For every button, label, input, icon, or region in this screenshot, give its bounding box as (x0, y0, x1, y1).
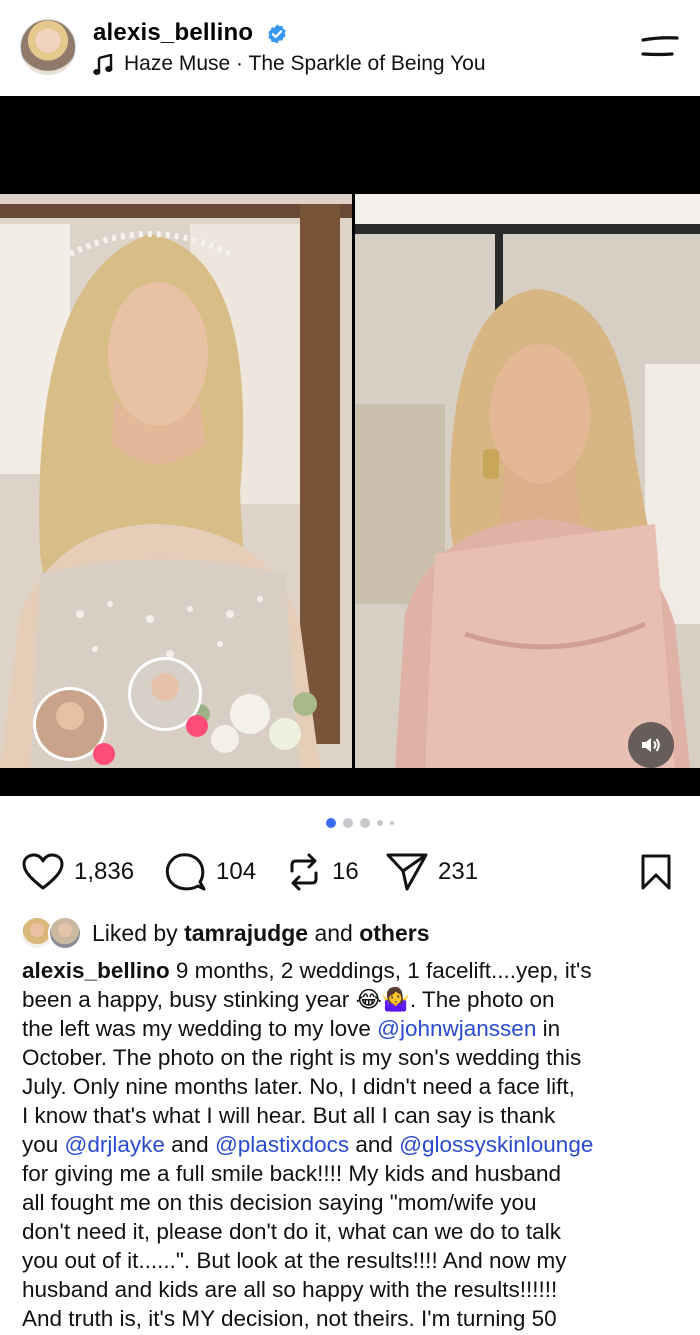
caption-line: you @drjlayke and @plastixdocs and @glos… (22, 1130, 687, 1159)
caption-line: you out of it......". But look at the re… (22, 1246, 687, 1275)
like-button[interactable]: 1,836 (22, 848, 134, 896)
caption-line: July. Only nine months later. No, I didn… (22, 1072, 687, 1101)
caption-text: husband and kids are all so happy with t… (22, 1277, 558, 1302)
wedding-photo-right (355, 194, 700, 768)
caption-line: alexis_bellino 9 months, 2 weddings, 1 f… (22, 956, 687, 985)
repost-icon (290, 853, 318, 891)
post-media-carousel[interactable] (0, 96, 700, 796)
repost-count: 16 (332, 858, 359, 885)
menu-icon[interactable] (640, 34, 680, 60)
repost-button[interactable]: 16 (286, 848, 359, 896)
bookmark-icon (641, 854, 671, 890)
carousel-dot-active (326, 818, 336, 828)
caption-text: don't need it, please don't do it, what … (22, 1219, 561, 1244)
volume-icon (642, 738, 660, 752)
audio-track-label[interactable]: Haze Muse · The Sparkle of Being You (124, 52, 486, 76)
caption-text: you (22, 1132, 65, 1157)
comment-button[interactable]: 104 (164, 848, 256, 896)
caption-line: don't need it, please don't do it, what … (22, 1217, 687, 1246)
mention-link[interactable]: @glossyskinlounge (399, 1132, 593, 1157)
share-count: 231 (438, 858, 479, 885)
like-count: 1,836 (74, 858, 135, 885)
liked-by-row[interactable]: Liked by tamrajudge and others (20, 914, 430, 952)
liked-by-text: Liked by tamrajudge and others (92, 919, 430, 946)
caption-line: the left was my wedding to my love @john… (22, 1014, 687, 1043)
liked-by-avatars (20, 914, 86, 952)
music-note-icon (93, 54, 113, 75)
caption-text: and (164, 1132, 215, 1157)
profile-avatar[interactable] (20, 19, 76, 75)
liked-by-user-link[interactable]: tamrajudge (184, 920, 308, 946)
volume-toggle-button[interactable] (628, 722, 674, 768)
share-button[interactable]: 231 (386, 848, 478, 896)
caption-text: been a happy, busy stinking year 😂🤷‍♀️. … (22, 987, 555, 1012)
caption-line: October. The photo on the right is my so… (22, 1043, 687, 1072)
mention-link[interactable]: @drjlayke (65, 1132, 165, 1157)
heart-icon (22, 853, 64, 890)
save-button[interactable] (640, 848, 672, 896)
caption-text: all fought me on this decision saying "m… (22, 1190, 537, 1215)
caption-text: in (536, 1016, 561, 1041)
caption-text: for giving me a full smile back!!!! My k… (22, 1161, 562, 1186)
share-icon (386, 853, 428, 891)
caption-line: husband and kids are all so happy with t… (22, 1275, 687, 1304)
avatar (48, 916, 82, 950)
liked-by-others-link[interactable]: others (359, 920, 429, 946)
comment-count: 104 (216, 858, 257, 885)
caption-line: all fought me on this decision saying "m… (22, 1188, 687, 1217)
caption-text: July. Only nine months later. No, I didn… (22, 1074, 575, 1099)
post-caption: alexis_bellino 9 months, 2 weddings, 1 f… (22, 956, 687, 1333)
caption-line: I know that's what I will hear. But all … (22, 1101, 687, 1130)
caption-text: And truth is, it's MY decision, not thei… (22, 1306, 557, 1331)
caption-text: and (349, 1132, 400, 1157)
carousel-dot (360, 818, 370, 828)
caption-text: October. The photo on the right is my so… (22, 1045, 582, 1070)
caption-text: you out of it......". But look at the re… (22, 1248, 567, 1273)
caption-line: for giving me a full smile back!!!! My k… (22, 1159, 687, 1188)
caption-line: been a happy, busy stinking year 😂🤷‍♀️. … (22, 985, 687, 1014)
wedding-photo-left (0, 194, 352, 768)
carousel-dot (377, 820, 383, 826)
mention-link[interactable]: @plastixdocs (215, 1132, 349, 1157)
mention-link[interactable]: @johnwjanssen (377, 1016, 536, 1041)
caption-text: I know that's what I will hear. But all … (22, 1103, 556, 1128)
caption-text: 9 months, 2 weddings, 1 facelift....yep,… (169, 958, 592, 983)
caption-username[interactable]: alexis_bellino (22, 958, 170, 983)
carousel-dot (343, 818, 353, 828)
caption-line: And truth is, it's MY decision, not thei… (22, 1304, 687, 1333)
carousel-indicator (326, 817, 394, 829)
carousel-dot (390, 821, 394, 825)
post-header: alexis_bellino Haze Muse · The Sparkle o… (0, 0, 700, 96)
verified-badge-icon (268, 24, 286, 44)
post-username[interactable]: alexis_bellino (93, 19, 253, 47)
post-action-bar: 1,836 104 16 231 (0, 848, 700, 896)
comment-icon (165, 853, 206, 891)
caption-text: the left was my wedding to my love (22, 1016, 378, 1041)
